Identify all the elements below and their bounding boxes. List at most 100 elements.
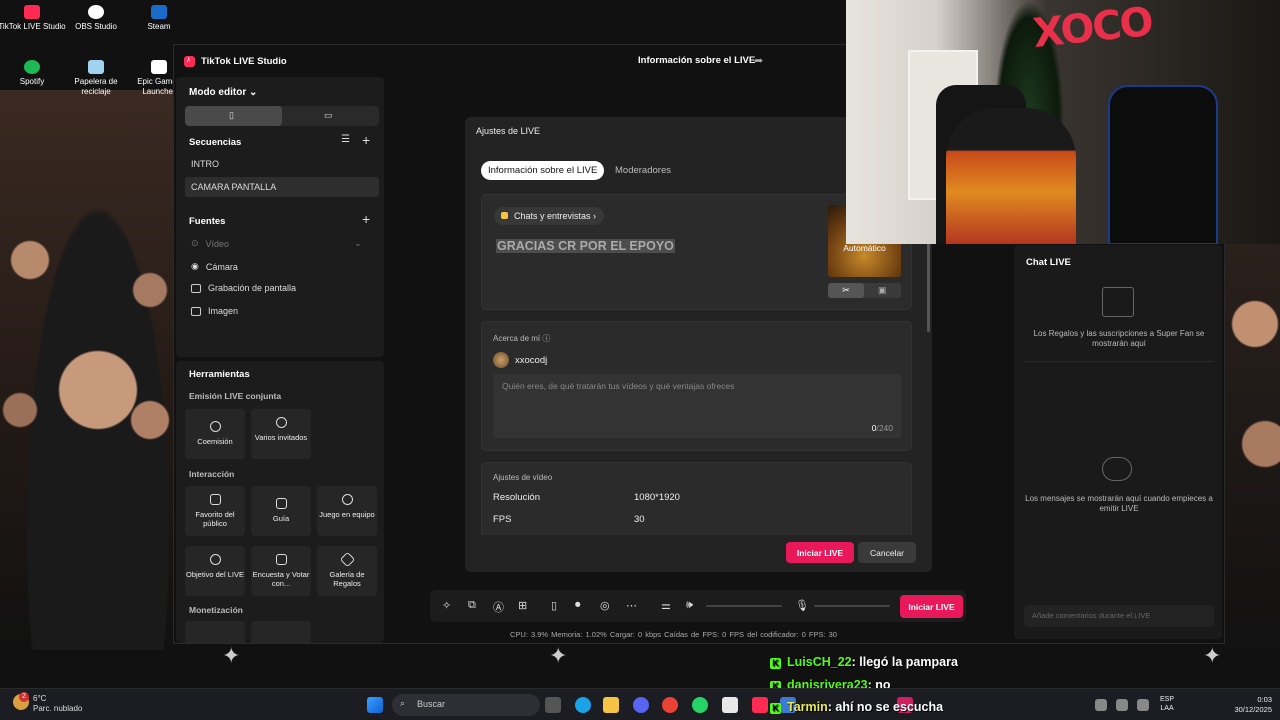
recycle-bin-icon	[88, 60, 104, 74]
weather-widget[interactable]: 6°C Parc. nublado	[33, 694, 82, 714]
start-live-button[interactable]: Iniciar LIVE	[786, 542, 854, 563]
magic-wand-icon[interactable]: ✧	[442, 599, 451, 612]
scissors-icon[interactable]: ✂	[828, 283, 864, 298]
windows-taskbar: 2 6°C Parc. nublado ⌕ Buscar ESP LAA 0:03 30…	[0, 688, 1280, 720]
snipping-tool-icon[interactable]	[722, 697, 738, 713]
volume-slider[interactable]	[706, 605, 782, 607]
fps-value[interactable]: 30	[634, 514, 645, 525]
tiktok-live-studio-icon[interactable]	[752, 697, 768, 713]
volume-icon[interactable]	[1137, 699, 1149, 711]
file-explorer-icon[interactable]	[603, 697, 619, 713]
audience-favorite-button[interactable]: Favorito del público	[185, 486, 245, 536]
landscape-icon[interactable]: ▭	[324, 110, 333, 121]
resolution-value[interactable]: 1080*1920	[634, 492, 680, 503]
tool-label: Favorito del público	[195, 510, 235, 528]
desktop-icon-label: Papelera de reciclaje	[74, 77, 118, 96]
discord-icon[interactable]	[633, 697, 649, 713]
taskbar-search[interactable]: ⌕ Buscar	[392, 694, 540, 716]
chat-username: Tarmin	[787, 700, 828, 714]
lang-bottom: LAA	[1160, 705, 1174, 712]
guide-button[interactable]: Guía	[251, 486, 311, 536]
modal-scrollbar[interactable]	[927, 242, 930, 332]
tools-heading: Herramientas	[189, 369, 250, 380]
desktop-icon-steam[interactable]: Steam	[124, 5, 194, 32]
obs-icon	[88, 5, 104, 19]
clock-date: 30/12/2025	[1234, 705, 1272, 714]
wall-graffiti: XOCO	[1030, 0, 1154, 58]
add-sequence-icon[interactable]: +	[362, 132, 370, 148]
image-icon	[191, 306, 201, 316]
image-icon[interactable]: ▣	[878, 285, 887, 296]
source-camera[interactable]: ◉ Cámara	[191, 261, 238, 272]
add-source-icon[interactable]: +	[362, 211, 370, 227]
char-counter: 0/240	[872, 423, 893, 433]
language-indicator[interactable]: ESP LAA	[1160, 695, 1174, 713]
cancel-button[interactable]: Cancelar	[858, 542, 916, 563]
tool-label: Varios invitados	[254, 433, 308, 442]
kick-icon: K	[770, 658, 781, 669]
app-title: TikTok LIVE Studio	[201, 55, 287, 67]
wifi-icon[interactable]	[1116, 699, 1128, 711]
cohost-button[interactable]: Coemisión	[185, 409, 245, 459]
live-goal-button[interactable]: Objetivo del LIVE	[185, 546, 245, 596]
list-icon[interactable]: ☰	[341, 134, 350, 145]
mic-slider[interactable]	[814, 605, 890, 607]
category-chip[interactable]: Chats y entrevistas ›	[494, 207, 605, 225]
layout-icon[interactable]: ⊞	[518, 599, 527, 612]
sequence-item[interactable]: INTRO	[185, 154, 379, 174]
volume-icon[interactable]: 🕪	[686, 599, 693, 612]
desktop-icon-label: TikTok LIVE Studio	[0, 22, 66, 31]
multi-guest-button[interactable]: Varios invitados	[251, 409, 311, 459]
camera-switch-icon[interactable]: ◎	[600, 599, 610, 612]
link-icon	[210, 421, 221, 432]
edge-icon[interactable]	[575, 697, 591, 713]
more-icon[interactable]: ⋯	[626, 599, 637, 612]
chrome-icon[interactable]	[662, 697, 678, 713]
monetization-tool[interactable]	[251, 621, 311, 643]
spotify-icon	[24, 60, 40, 74]
tools-group-title: Interacción	[189, 469, 235, 479]
go-live-button[interactable]: Iniciar LIVE	[900, 595, 963, 618]
chat-input[interactable]: Añade comentarios durante el LIVE	[1024, 605, 1214, 627]
desktop-icon-tiktok-live-studio[interactable]: TikTok LIVE Studio	[0, 5, 67, 32]
chevron-right-icon: ›	[593, 211, 597, 221]
char-max: /240	[876, 423, 893, 433]
search-icon: ⌕	[400, 698, 406, 708]
source-video[interactable]: ⊙ Vídeo ⌄	[191, 238, 362, 249]
about-textarea[interactable]: Quién eres, de qué tratarán tus vídeos y…	[493, 374, 901, 438]
record-icon[interactable]: ⏺	[575, 599, 581, 612]
whatsapp-icon[interactable]	[692, 697, 708, 713]
tab-moderators[interactable]: Moderadores	[608, 161, 678, 180]
kick-icon: K	[770, 703, 781, 714]
desktop-icon-obs[interactable]: OBS Studio	[61, 5, 131, 32]
orientation-toggle: ▯ ▭	[185, 106, 379, 126]
tools-panel: Herramientas Emisión LIVE conjunta Coemi…	[176, 361, 384, 643]
team-game-button[interactable]: Juego en equipo	[317, 486, 377, 536]
phone-icon[interactable]: ▯	[551, 599, 557, 612]
tray-icon[interactable]	[1095, 699, 1107, 711]
editor-mode-label: Modo editor	[189, 87, 247, 98]
effects-icon[interactable]: ⧉	[468, 599, 476, 612]
task-view-icon[interactable]	[545, 697, 561, 713]
sequence-item-selected[interactable]: CAMARA PANTALLA	[185, 177, 379, 197]
source-image[interactable]: Imagen	[191, 306, 238, 316]
share-icon[interactable]: ➦	[754, 54, 763, 67]
microphone-icon[interactable]: 🎙	[795, 599, 809, 612]
editor-mode-dropdown[interactable]: Modo editor ⌄	[189, 87, 257, 98]
windows-start-icon[interactable]	[367, 697, 383, 713]
overlay-chat-message: K LuisCH_22: llegó la pampara	[770, 655, 958, 669]
settings-sliders-icon[interactable]: ⚌	[661, 599, 671, 612]
chair-image	[1108, 85, 1218, 244]
wallpaper-art	[0, 90, 175, 650]
monetization-tool[interactable]	[185, 621, 245, 643]
ai-icon[interactable]: Ⓐ	[493, 599, 504, 615]
live-title-input[interactable]: GRACIAS CR POR EL EPOYO	[496, 239, 675, 253]
live-info-title[interactable]: Información sobre el LIVE	[638, 55, 755, 66]
desktop-icon-spotify[interactable]: Spotify	[0, 60, 67, 87]
desktop-icon-recycle-bin[interactable]: Papelera de reciclaje	[61, 60, 131, 97]
gift-gallery-button[interactable]: Galería de Regalos	[317, 546, 377, 596]
poll-button[interactable]: Encuesta y Votar con...	[251, 546, 311, 596]
source-screen-capture[interactable]: Grabación de pantalla	[191, 283, 296, 293]
system-clock[interactable]: 0:03 30/12/2025	[1234, 695, 1272, 715]
tab-live-info[interactable]: Información sobre el LIVE	[481, 161, 605, 180]
